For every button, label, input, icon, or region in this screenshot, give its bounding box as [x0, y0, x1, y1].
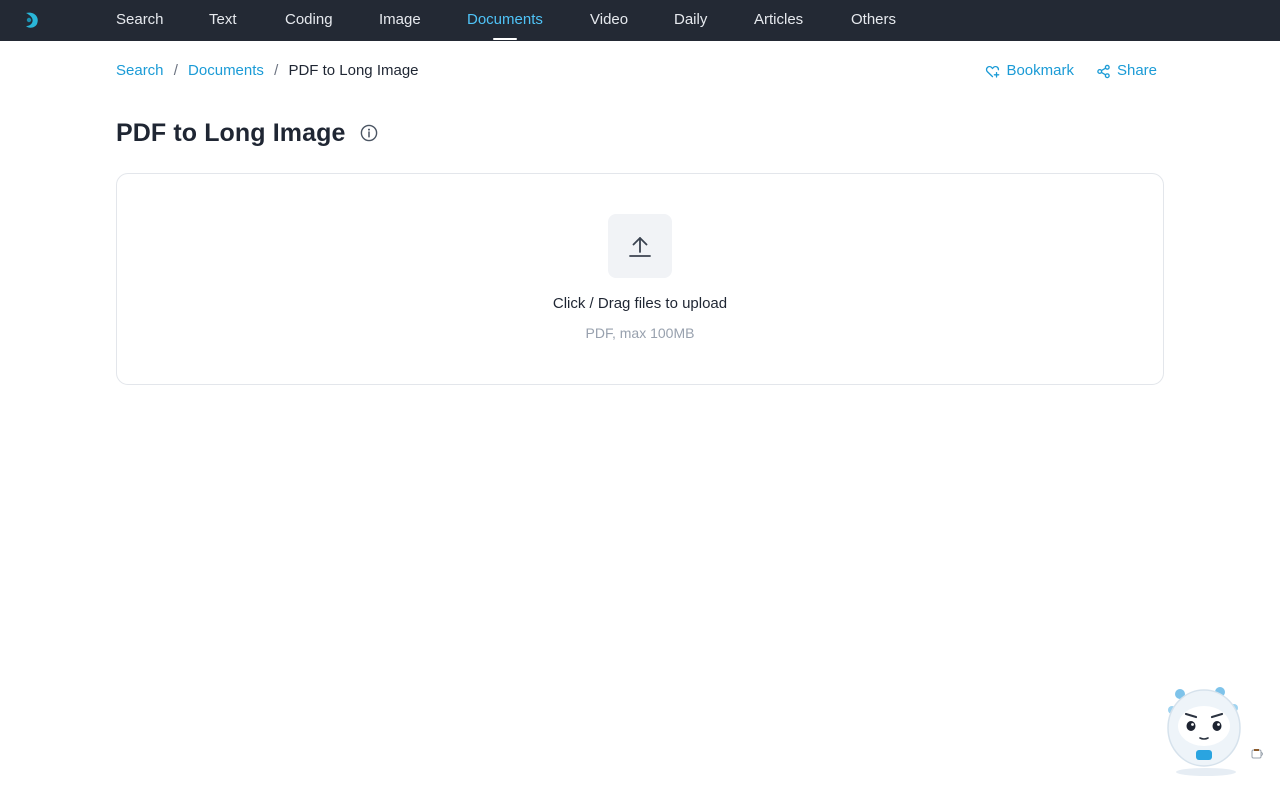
share-icon: [1096, 64, 1117, 79]
nav-item-daily[interactable]: Daily: [674, 0, 707, 41]
breadcrumb-link-documents[interactable]: Documents: [188, 62, 264, 79]
breadcrumb-separator: /: [274, 62, 279, 79]
nav-item-documents[interactable]: Documents: [467, 0, 543, 41]
top-navigation: Search Text Coding Image Documents Video…: [0, 0, 1280, 41]
nav-item-coding[interactable]: Coding: [285, 0, 333, 41]
info-icon[interactable]: [359, 123, 379, 143]
upload-instruction: Click / Drag files to upload: [552, 295, 728, 312]
breadcrumb-current: PDF to Long Image: [288, 62, 419, 79]
share-label: Share: [1116, 62, 1157, 79]
breadcrumb-separator: /: [173, 62, 178, 79]
nav-item-articles[interactable]: Articles: [754, 0, 803, 41]
nav-item-text[interactable]: Text: [209, 0, 237, 41]
nav-item-search[interactable]: Search: [116, 0, 164, 41]
nav-item-video[interactable]: Video: [590, 0, 628, 41]
bookmark-label: Bookmark: [1006, 62, 1074, 79]
breadcrumb-link-search[interactable]: Search: [116, 62, 164, 79]
breadcrumb: Search / Documents / PDF to Long Image: [116, 62, 419, 80]
file-upload-dropzone[interactable]: Click / Drag files to upload PDF, max 10…: [116, 173, 1164, 385]
page-header: PDF to Long Image: [116, 117, 379, 149]
logo-icon[interactable]: [22, 10, 42, 30]
page-actions: Bookmark Share: [985, 62, 1157, 80]
nav-item-documents-label: Documents: [467, 11, 543, 28]
nav-item-image[interactable]: Image: [379, 0, 421, 41]
bookmark-button[interactable]: Bookmark: [985, 62, 1074, 80]
share-button[interactable]: Share: [1096, 62, 1157, 80]
mascot-assistant[interactable]: [1160, 682, 1270, 782]
upload-arrow-icon: [627, 233, 653, 259]
page-title: PDF to Long Image: [116, 118, 346, 147]
active-tab-indicator: [492, 38, 517, 40]
upload-button[interactable]: [608, 214, 672, 278]
upload-file-hint: PDF, max 100MB: [585, 325, 695, 341]
nav-item-others[interactable]: Others: [851, 0, 896, 41]
heart-plus-icon: [985, 64, 1006, 79]
